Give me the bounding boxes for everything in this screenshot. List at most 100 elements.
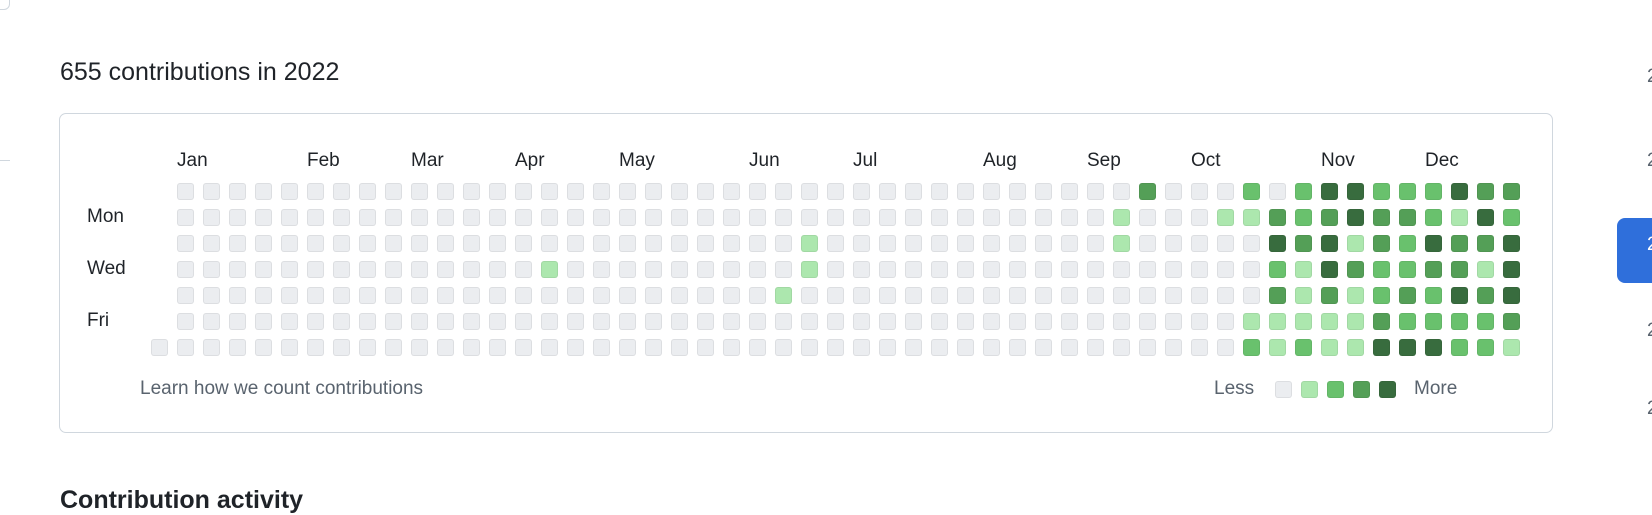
- contribution-day-cell[interactable]: [515, 261, 532, 278]
- contribution-day-cell[interactable]: [983, 209, 1000, 226]
- contribution-day-cell[interactable]: [931, 287, 948, 304]
- contribution-day-cell[interactable]: [1321, 183, 1338, 200]
- contribution-day-cell[interactable]: [1477, 287, 1494, 304]
- contribution-day-cell[interactable]: [1295, 287, 1312, 304]
- contribution-day-cell[interactable]: [359, 235, 376, 252]
- contribution-day-cell[interactable]: [385, 287, 402, 304]
- contribution-day-cell[interactable]: [983, 261, 1000, 278]
- contribution-day-cell[interactable]: [359, 339, 376, 356]
- contribution-day-cell[interactable]: [1035, 261, 1052, 278]
- year-link[interactable]: 2: [1647, 150, 1652, 172]
- contribution-day-cell[interactable]: [1399, 313, 1416, 330]
- contribution-day-cell[interactable]: [801, 287, 818, 304]
- contribution-day-cell[interactable]: [1217, 339, 1234, 356]
- contribution-day-cell[interactable]: [1165, 261, 1182, 278]
- contribution-day-cell[interactable]: [307, 313, 324, 330]
- contribution-day-cell[interactable]: [619, 183, 636, 200]
- contribution-day-cell[interactable]: [1243, 235, 1260, 252]
- contribution-day-cell[interactable]: [1269, 287, 1286, 304]
- contribution-day-cell[interactable]: [281, 313, 298, 330]
- contribution-day-cell[interactable]: [905, 209, 922, 226]
- contribution-day-cell[interactable]: [671, 235, 688, 252]
- contribution-day-cell[interactable]: [775, 209, 792, 226]
- contribution-day-cell[interactable]: [1373, 313, 1390, 330]
- contribution-day-cell[interactable]: [411, 209, 428, 226]
- contribution-day-cell[interactable]: [229, 339, 246, 356]
- contribution-day-cell[interactable]: [1113, 287, 1130, 304]
- contribution-day-cell[interactable]: [281, 339, 298, 356]
- contribution-day-cell[interactable]: [255, 209, 272, 226]
- contribution-day-cell[interactable]: [333, 209, 350, 226]
- contribution-day-cell[interactable]: [931, 183, 948, 200]
- contribution-day-cell[interactable]: [1191, 287, 1208, 304]
- contribution-day-cell[interactable]: [463, 261, 480, 278]
- contribution-day-cell[interactable]: [567, 339, 584, 356]
- contribution-day-cell[interactable]: [1009, 235, 1026, 252]
- contribution-day-cell[interactable]: [1477, 339, 1494, 356]
- contribution-day-cell[interactable]: [1243, 287, 1260, 304]
- contribution-day-cell[interactable]: [775, 183, 792, 200]
- year-link[interactable]: 2: [1647, 234, 1652, 256]
- contribution-day-cell[interactable]: [229, 209, 246, 226]
- contribution-day-cell[interactable]: [853, 235, 870, 252]
- contribution-day-cell[interactable]: [203, 183, 220, 200]
- contribution-day-cell[interactable]: [541, 339, 558, 356]
- contribution-day-cell[interactable]: [1269, 209, 1286, 226]
- contribution-day-cell[interactable]: [1347, 313, 1364, 330]
- contribution-day-cell[interactable]: [203, 235, 220, 252]
- contribution-day-cell[interactable]: [515, 287, 532, 304]
- contribution-day-cell[interactable]: [1503, 235, 1520, 252]
- contribution-day-cell[interactable]: [515, 209, 532, 226]
- contribution-day-cell[interactable]: [645, 183, 662, 200]
- contribution-day-cell[interactable]: [281, 261, 298, 278]
- contribution-day-cell[interactable]: [1087, 261, 1104, 278]
- contribution-day-cell[interactable]: [879, 183, 896, 200]
- contribution-day-cell[interactable]: [1087, 313, 1104, 330]
- contribution-day-cell[interactable]: [437, 313, 454, 330]
- contribution-day-cell[interactable]: [151, 339, 168, 356]
- contribution-day-cell[interactable]: [801, 313, 818, 330]
- contribution-day-cell[interactable]: [203, 287, 220, 304]
- contribution-day-cell[interactable]: [749, 183, 766, 200]
- contribution-day-cell[interactable]: [671, 261, 688, 278]
- contribution-day-cell[interactable]: [801, 261, 818, 278]
- contribution-day-cell[interactable]: [645, 261, 662, 278]
- contribution-day-cell[interactable]: [905, 183, 922, 200]
- contribution-day-cell[interactable]: [905, 313, 922, 330]
- contribution-day-cell[interactable]: [1087, 287, 1104, 304]
- contribution-day-cell[interactable]: [801, 183, 818, 200]
- contribution-day-cell[interactable]: [229, 313, 246, 330]
- contribution-day-cell[interactable]: [1217, 313, 1234, 330]
- contribution-day-cell[interactable]: [1087, 209, 1104, 226]
- contribution-day-cell[interactable]: [411, 235, 428, 252]
- contribution-day-cell[interactable]: [333, 261, 350, 278]
- contribution-day-cell[interactable]: [1425, 313, 1442, 330]
- contribution-day-cell[interactable]: [931, 339, 948, 356]
- contribution-day-cell[interactable]: [957, 235, 974, 252]
- contribution-day-cell[interactable]: [1477, 313, 1494, 330]
- contribution-day-cell[interactable]: [983, 183, 1000, 200]
- contribution-day-cell[interactable]: [1113, 235, 1130, 252]
- contribution-day-cell[interactable]: [1269, 183, 1286, 200]
- contribution-day-cell[interactable]: [931, 313, 948, 330]
- contribution-day-cell[interactable]: [983, 287, 1000, 304]
- contribution-day-cell[interactable]: [697, 235, 714, 252]
- contribution-day-cell[interactable]: [1373, 183, 1390, 200]
- contribution-day-cell[interactable]: [619, 261, 636, 278]
- contribution-day-cell[interactable]: [1061, 209, 1078, 226]
- contribution-day-cell[interactable]: [1425, 235, 1442, 252]
- contribution-day-cell[interactable]: [1061, 287, 1078, 304]
- contribution-day-cell[interactable]: [697, 209, 714, 226]
- contribution-day-cell[interactable]: [515, 339, 532, 356]
- contribution-day-cell[interactable]: [333, 339, 350, 356]
- contribution-day-cell[interactable]: [567, 209, 584, 226]
- contribution-day-cell[interactable]: [879, 261, 896, 278]
- contribution-day-cell[interactable]: [619, 287, 636, 304]
- contribution-day-cell[interactable]: [359, 313, 376, 330]
- contribution-day-cell[interactable]: [1035, 339, 1052, 356]
- contribution-day-cell[interactable]: [1295, 313, 1312, 330]
- contribution-day-cell[interactable]: [1373, 287, 1390, 304]
- contribution-day-cell[interactable]: [645, 339, 662, 356]
- contribution-day-cell[interactable]: [1399, 235, 1416, 252]
- contribution-day-cell[interactable]: [359, 261, 376, 278]
